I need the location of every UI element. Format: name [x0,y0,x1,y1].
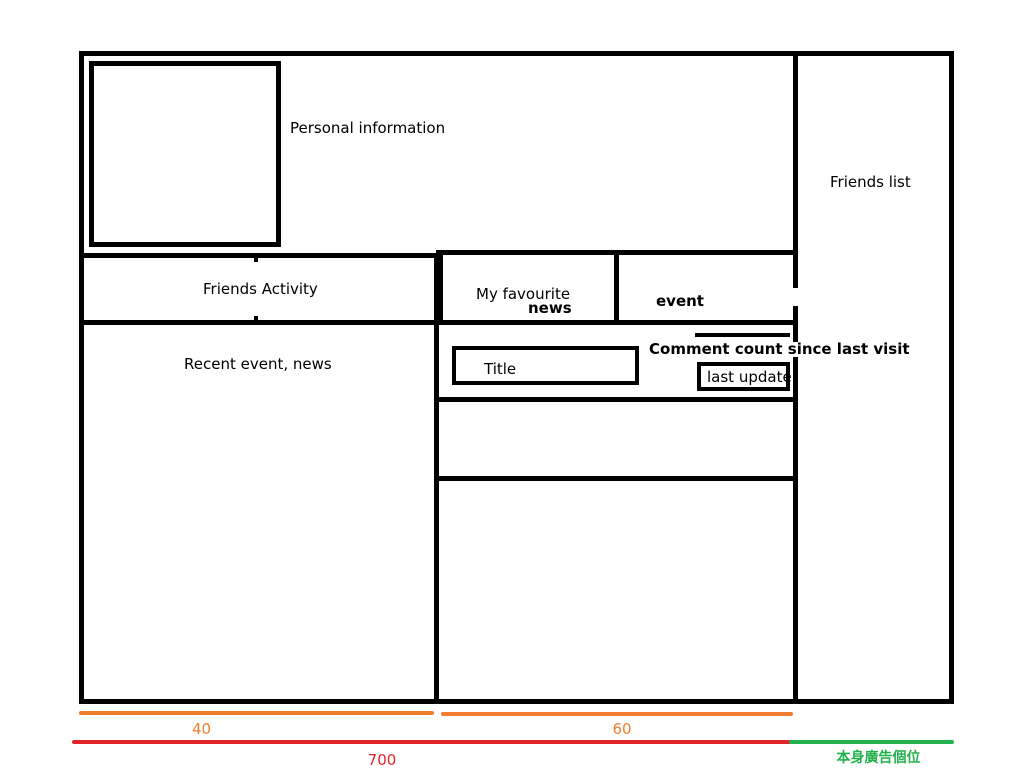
left-width-bar [79,711,434,715]
tick-mark-bottom [254,316,258,322]
main-width-bar [72,740,792,744]
event-tab-label: event [656,292,704,310]
comment-count-overline [695,333,790,337]
ad-slot-label: 本身廣告個位 [836,750,921,766]
post-title-box [452,346,639,385]
main-width-label: 700 [367,751,397,769]
header-bottom-line-left [79,253,439,258]
friends-list-divider [793,51,798,704]
news-label: news [526,299,574,317]
friends-activity-bottom-line [79,320,439,325]
personal-information-label: Personal information [290,119,446,137]
tab-left-border [439,255,443,323]
profile-photo-placeholder [89,61,281,247]
post-title-label: Title [484,360,517,378]
middle-width-bar [441,712,793,716]
last-update-label: last update [707,368,792,386]
tab-bottom-line [436,320,798,325]
feed-second-item-bottom-line [436,476,798,481]
middle-width-label: 60 [612,720,632,738]
comment-count-label: Comment count since last visit [649,340,910,358]
tick-mark-top [254,255,258,262]
recent-event-news-label: Recent event, news [184,355,332,373]
left-width-label: 40 [191,720,212,738]
ad-slot-bar [789,740,954,744]
feed-item-bottom-line [436,397,798,402]
friends-list-label: Friends list [830,173,911,191]
tab-right-gap [790,288,800,306]
friends-activity-label: Friends Activity [203,280,318,298]
tab-separator [614,255,619,323]
